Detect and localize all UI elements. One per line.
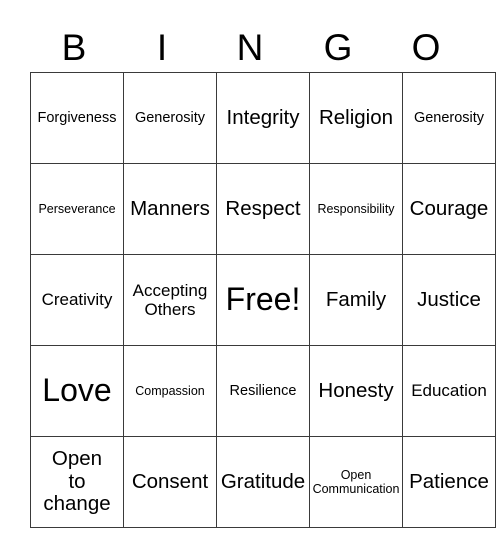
bingo-cell-free-space[interactable]: Free! [216,254,310,346]
bingo-cell[interactable]: Resilience [216,345,310,437]
bingo-cell[interactable]: Perseverance [30,163,124,255]
bingo-cell-label: Free! [225,281,301,318]
bingo-cell-label: Religion [318,105,394,129]
bingo-cell-label: Manners [130,196,210,220]
bingo-header-letter-o: O [411,26,441,68]
bingo-cell-label: Generosity [134,109,206,126]
bingo-header-row: B I N G O [30,22,470,72]
bingo-cell[interactable]: Manners [123,163,217,255]
bingo-cell[interactable]: Integrity [216,72,310,164]
bingo-row: Forgiveness Generosity Integrity Religion Ge… [30,72,496,164]
bingo-cell[interactable]: Consent [123,436,217,528]
bingo-cell-label: Education [411,381,487,401]
bingo-cell-label: Open to change [43,446,111,516]
bingo-cell-label: Consent [131,469,209,493]
bingo-cell[interactable]: Generosity [123,72,217,164]
bingo-cell[interactable]: Forgiveness [30,72,124,164]
bingo-cell[interactable]: Responsibility [309,163,403,255]
bingo-cell[interactable]: Gratitude [216,436,310,528]
bingo-cell[interactable]: Courage [402,163,496,255]
bingo-cell[interactable]: Honesty [309,345,403,437]
bingo-row: Love Compassion Resilience Honesty Education [30,345,496,437]
bingo-row: Open to change Consent Gratitude Open Communic… [30,436,496,528]
bingo-cell-label: Responsibility [317,202,395,216]
bingo-cell[interactable]: Compassion [123,345,217,437]
bingo-cell[interactable]: Generosity [402,72,496,164]
bingo-cell[interactable]: Education [402,345,496,437]
bingo-card: B I N G O Forgiveness Generosity Integrity… [30,22,496,528]
bingo-cell[interactable]: Religion [309,72,403,164]
bingo-cell[interactable]: Creativity [30,254,124,346]
bingo-cell[interactable]: Patience [402,436,496,528]
bingo-cell-label: Courage [409,196,489,220]
bingo-cell-label: Creativity [41,290,113,310]
bingo-cell-label: Forgiveness [37,109,117,126]
bingo-header-letter-b: B [61,26,87,68]
bingo-cell[interactable]: Justice [402,254,496,346]
bingo-cell[interactable]: Respect [216,163,310,255]
bingo-cell-label: Family [325,287,387,311]
bingo-cell-label: Perseverance [38,202,116,216]
bingo-header-letter-g: G [323,26,353,68]
bingo-grid: Forgiveness Generosity Integrity Religion Ge… [30,72,496,528]
bingo-cell-label: Honesty [318,378,394,402]
bingo-cell-label: Gratitude [220,469,306,493]
bingo-cell[interactable]: Family [309,254,403,346]
bingo-header-letter-i: I [156,26,168,68]
bingo-cell-label: Resilience [229,382,297,399]
bingo-cell[interactable]: Open to change [30,436,124,528]
bingo-row: Creativity Accepting Others Free! Family Just… [30,254,496,346]
bingo-cell-label: Love [42,372,112,409]
bingo-cell-label: Justice [417,287,481,311]
bingo-cell-label: Patience [409,469,489,493]
bingo-cell-label: Accepting Others [132,280,208,319]
bingo-cell-label: Open Communication [312,468,400,496]
bingo-cell[interactable]: Love [30,345,124,437]
bingo-row: Perseverance Manners Respect Responsibility… [30,163,496,255]
bingo-cell-label: Respect [225,196,301,220]
bingo-cell-label: Generosity [413,109,485,126]
bingo-cell[interactable]: Open Communication [309,436,403,528]
bingo-cell-label: Integrity [226,105,300,129]
bingo-cell[interactable]: Accepting Others [123,254,217,346]
bingo-header-letter-n: N [236,26,264,68]
bingo-cell-label: Compassion [135,384,205,398]
